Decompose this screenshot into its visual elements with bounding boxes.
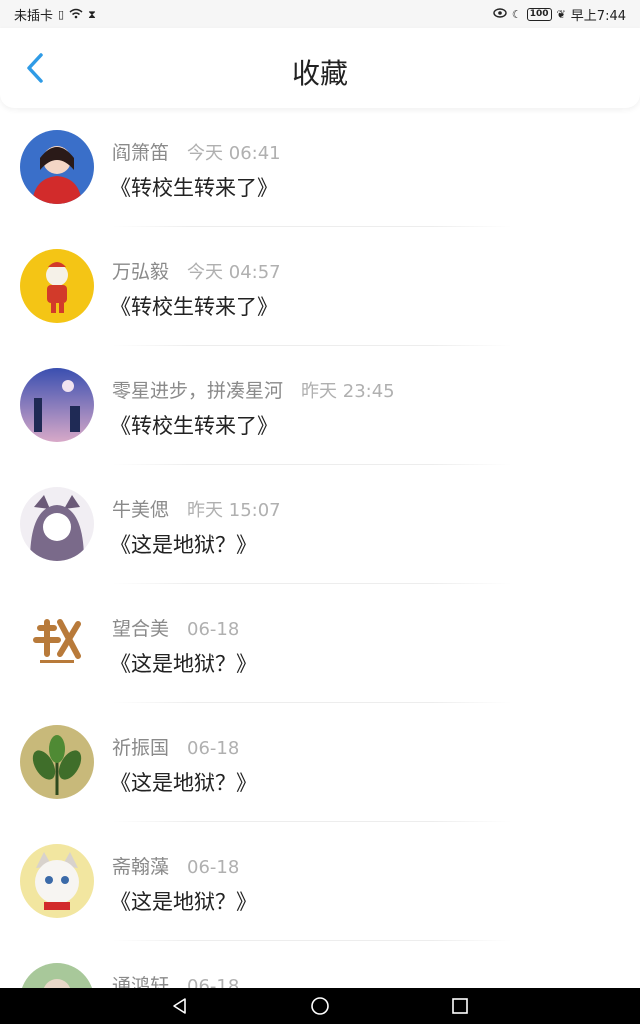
user-name: 祈振国 <box>112 737 170 759</box>
status-right: ☾ 100 ❦ 早上7:44 <box>493 5 626 24</box>
item-meta: 望合美 06-18 <box>112 614 239 641</box>
item-time: 06-18 <box>187 857 240 878</box>
item-time: 昨天 23:45 <box>301 381 395 402</box>
list-item[interactable]: 望合美 06-18 《这是地狱？》 <box>0 584 640 703</box>
nav-back-button[interactable] <box>160 988 200 1024</box>
circle-home-icon <box>311 997 329 1015</box>
square-recents-icon <box>452 998 468 1014</box>
carrier-text: 未插卡 <box>14 8 54 24</box>
item-meta: 牛美偲 昨天 15:07 <box>112 495 281 522</box>
item-title: 《转校生转来了》 <box>110 414 278 438</box>
anime-sky-avatar <box>20 368 94 442</box>
list-item[interactable]: 阎箫笛 今天 06:41 《转校生转来了》 <box>0 108 640 227</box>
favorites-list: 阎箫笛 今天 06:41 《转校生转来了》 万弘毅 今天 04:57 《转校生转来了… <box>0 108 640 988</box>
white-cat-avatar <box>20 844 94 918</box>
item-title: 《转校生转来了》 <box>110 295 278 319</box>
sim-icon: ▯ <box>58 7 65 21</box>
item-time: 昨天 15:07 <box>187 500 281 521</box>
user-name: 望合美 <box>112 618 170 640</box>
anime-cat-girl-avatar <box>20 487 94 561</box>
item-meta: 通鸿轩 06-18 <box>112 971 239 988</box>
item-time: 今天 04:57 <box>187 262 281 283</box>
nav-recents-button[interactable] <box>440 988 480 1024</box>
calligraphy-logo-avatar <box>20 606 94 680</box>
item-title: 《这是地狱？》 <box>110 890 257 914</box>
item-time: 今天 06:41 <box>187 143 281 164</box>
girl-red-avatar <box>20 130 94 204</box>
item-time: 06-18 <box>187 738 240 759</box>
system-nav-bar <box>0 988 640 1024</box>
item-title: 《这是地狱？》 <box>110 533 257 557</box>
plant-avatar <box>20 725 94 799</box>
status-left: 未插卡 ▯ ⧗ <box>14 5 96 24</box>
list-item[interactable]: 牛美偲 昨天 15:07 《这是地狱？》 <box>0 465 640 584</box>
list-item[interactable]: 斋翰藻 06-18 《这是地狱？》 <box>0 822 640 941</box>
wifi-icon <box>69 8 83 21</box>
item-title: 《这是地狱？》 <box>110 652 257 676</box>
hourglass-icon: ⧗ <box>88 7 96 21</box>
list-item[interactable]: 祈振国 06-18 《这是地狱？》 <box>0 703 640 822</box>
item-time: 06-18 <box>187 619 240 640</box>
page-title: 收藏 <box>291 57 348 90</box>
list-item[interactable]: 通鸿轩 06-18 <box>0 941 640 988</box>
user-name: 零星进步，拼凑星河 <box>112 380 284 402</box>
item-meta: 祈振国 06-18 <box>112 733 239 760</box>
yellow-cartoon-avatar <box>20 249 94 323</box>
page-header: 收藏 <box>0 28 640 108</box>
eye-icon <box>493 8 507 20</box>
list-item[interactable]: 零星进步，拼凑星河 昨天 23:45 《转校生转来了》 <box>0 346 640 465</box>
user-name: 通鸿轩 <box>112 975 170 988</box>
status-bar: 未插卡 ▯ ⧗ ☾ 100 ❦ 早上7:44 <box>0 0 640 28</box>
item-title: 《转校生转来了》 <box>110 176 278 200</box>
user-name: 斋翰藻 <box>112 856 170 878</box>
item-meta: 零星进步，拼凑星河 昨天 23:45 <box>112 376 395 403</box>
user-name: 万弘毅 <box>112 261 170 283</box>
moon-icon: ☾ <box>511 7 522 21</box>
clock-text: 早上7:44 <box>570 8 626 24</box>
partial-avatar <box>20 963 94 988</box>
item-meta: 斋翰藻 06-18 <box>112 852 239 879</box>
item-time: 06-18 <box>187 976 240 988</box>
item-meta: 万弘毅 今天 04:57 <box>112 257 281 284</box>
item-title: 《这是地狱？》 <box>110 771 257 795</box>
list-item[interactable]: 万弘毅 今天 04:57 《转校生转来了》 <box>0 227 640 346</box>
item-meta: 阎箫笛 今天 06:41 <box>112 138 281 165</box>
nav-home-button[interactable] <box>300 988 340 1024</box>
leaf-icon: ❦ <box>556 7 566 21</box>
battery-icon: 100 <box>526 7 552 21</box>
user-name: 阎箫笛 <box>112 142 170 164</box>
user-name: 牛美偲 <box>112 499 170 521</box>
triangle-back-icon <box>173 998 186 1014</box>
